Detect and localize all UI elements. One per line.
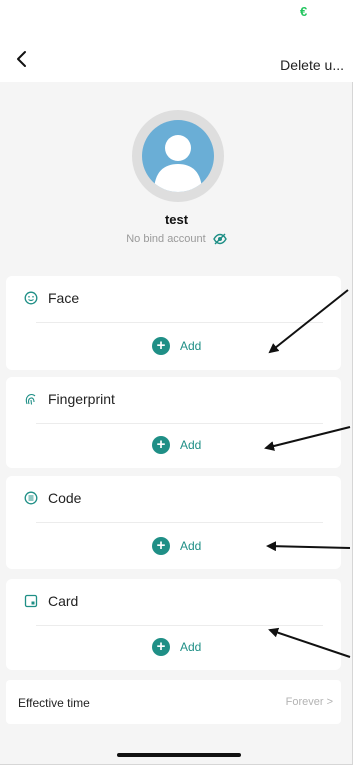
add-code-button[interactable]: + Add	[152, 536, 201, 556]
effective-time-value[interactable]: Forever >	[286, 696, 333, 708]
plus-circle-icon: +	[152, 436, 170, 454]
add-face-button[interactable]: + Add	[152, 336, 201, 356]
fingerprint-card: Fingerprint + Add	[6, 377, 341, 468]
add-face-label: Add	[180, 339, 202, 353]
face-card: Face + Add	[6, 276, 341, 370]
effective-time-label: Effective time	[18, 696, 90, 710]
divider	[36, 322, 323, 323]
card-label: Card	[48, 593, 79, 609]
code-card: Code + Add	[6, 476, 341, 569]
divider	[36, 423, 323, 424]
fingerprint-title: Fingerprint	[24, 391, 115, 407]
bind-status-text: No bind account	[126, 233, 206, 245]
face-label: Face	[48, 290, 80, 306]
face-title: Face	[24, 290, 79, 306]
add-card-button[interactable]: + Add	[152, 637, 201, 657]
add-code-label: Add	[180, 539, 202, 553]
plus-circle-icon: +	[152, 537, 170, 555]
user-silhouette-icon	[142, 120, 214, 192]
delete-user-button[interactable]: Delete u...	[280, 57, 344, 73]
card-card: Card + Add	[6, 579, 341, 670]
effective-time-row[interactable]: Effective time Forever >	[6, 680, 341, 724]
add-card-label: Add	[180, 640, 202, 654]
status-bar: €	[0, 0, 353, 24]
navigation-bar: Delete u...	[0, 24, 353, 82]
eye-off-icon[interactable]	[212, 233, 227, 248]
avatar	[132, 110, 224, 202]
code-title: Code	[24, 490, 81, 506]
add-fingerprint-label: Add	[180, 438, 202, 452]
fingerprint-icon	[24, 392, 38, 406]
chevron-left-icon	[17, 51, 26, 67]
card-icon	[24, 594, 38, 608]
status-indicator: €	[300, 4, 308, 19]
fingerprint-label: Fingerprint	[48, 391, 115, 407]
divider	[36, 625, 323, 626]
card-title: Card	[24, 593, 78, 609]
add-fingerprint-button[interactable]: + Add	[152, 435, 201, 455]
plus-circle-icon: +	[152, 337, 170, 355]
user-name: test	[164, 212, 189, 227]
divider	[36, 522, 323, 523]
home-indicator[interactable]	[117, 753, 241, 757]
bind-status: No bind account	[0, 233, 353, 248]
face-icon	[24, 291, 38, 305]
plus-circle-icon: +	[152, 638, 170, 656]
code-label: Code	[48, 490, 82, 506]
code-icon	[24, 491, 38, 505]
back-button[interactable]	[12, 48, 32, 70]
